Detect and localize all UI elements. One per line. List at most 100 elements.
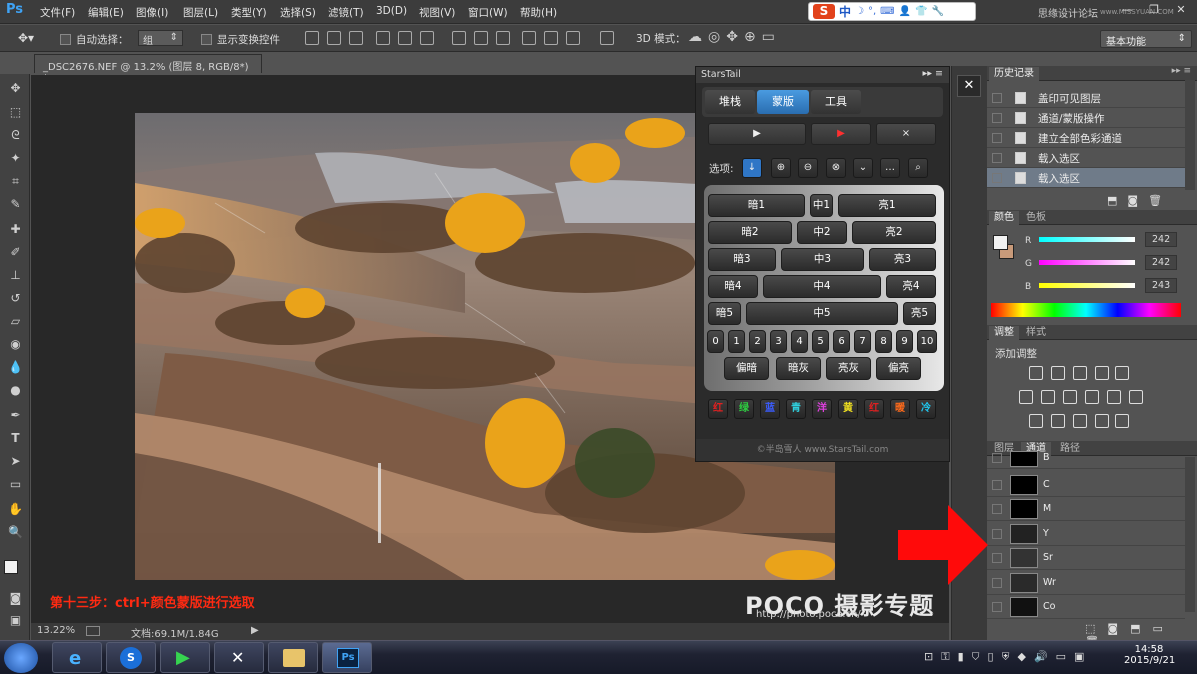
search-icon[interactable]: ⌕ bbox=[908, 158, 928, 178]
threshold-icon[interactable] bbox=[1073, 414, 1087, 428]
dark-2-button[interactable]: 暗2 bbox=[708, 221, 792, 244]
status-export-icon[interactable] bbox=[86, 626, 100, 636]
new-selection-icon[interactable]: ↓ bbox=[742, 158, 762, 178]
g-slider[interactable] bbox=[1039, 260, 1135, 265]
number-10-button[interactable]: 10 bbox=[917, 330, 937, 353]
ime-mode[interactable]: 中 bbox=[839, 3, 851, 20]
curves-icon[interactable] bbox=[1073, 366, 1087, 380]
paint-bucket-icon[interactable]: ◉ bbox=[7, 336, 24, 353]
color-yellow-button[interactable]: 黄 bbox=[838, 399, 858, 419]
color-red2-button[interactable]: 红 bbox=[864, 399, 884, 419]
mid-3-button[interactable]: 中3 bbox=[781, 248, 864, 271]
channel-row[interactable]: C bbox=[987, 473, 1185, 497]
starstail-dock-icon[interactable]: ✕ bbox=[957, 75, 981, 97]
show-transform-checkbox[interactable] bbox=[201, 34, 212, 45]
g-value[interactable]: 242 bbox=[1145, 255, 1177, 270]
play-red-button[interactable]: ▶ bbox=[811, 123, 871, 145]
light-5-button[interactable]: 亮5 bbox=[903, 302, 936, 325]
b-value[interactable]: 243 bbox=[1145, 278, 1177, 293]
color-cool-button[interactable]: 冷 bbox=[916, 399, 936, 419]
rectangle-icon[interactable]: ▭ bbox=[7, 476, 24, 493]
distribute-right-icon[interactable] bbox=[566, 31, 580, 45]
tab-styles[interactable]: 样式 bbox=[1021, 326, 1051, 340]
light-3-button[interactable]: 亮3 bbox=[869, 248, 936, 271]
menu-edit[interactable]: 编辑(E) bbox=[88, 5, 124, 20]
align-bottom-icon[interactable] bbox=[349, 31, 363, 45]
channel-row[interactable]: Co bbox=[987, 595, 1185, 619]
tray-icons[interactable]: ⊡⚿▮⛉▯⛨◆🔊▭▣ bbox=[924, 650, 1092, 664]
add-selection-icon[interactable]: ⊕ bbox=[771, 158, 791, 178]
b-slider[interactable] bbox=[1039, 283, 1135, 288]
dark-5-button[interactable]: 暗5 bbox=[708, 302, 741, 325]
maximize-icon[interactable]: ❐ bbox=[1145, 3, 1163, 19]
punct-icon[interactable]: °, bbox=[868, 6, 876, 17]
move-icon[interactable]: ✥ bbox=[7, 80, 24, 97]
gradient-map-icon[interactable] bbox=[1095, 414, 1109, 428]
menu-select[interactable]: 选择(S) bbox=[280, 5, 316, 20]
distribute-hcenter-icon[interactable] bbox=[544, 31, 558, 45]
color-spectrum[interactable] bbox=[991, 303, 1181, 317]
tab-stack[interactable]: 堆栈 bbox=[705, 90, 755, 114]
number-6-button[interactable]: 6 bbox=[833, 330, 850, 353]
light-2-button[interactable]: 亮2 bbox=[852, 221, 936, 244]
moon-icon[interactable]: ☽ bbox=[855, 6, 864, 17]
channels-scrollbar[interactable] bbox=[1185, 457, 1195, 612]
menu-3d[interactable]: 3D(D) bbox=[376, 5, 407, 17]
lasso-icon[interactable]: ᘓ bbox=[7, 127, 24, 144]
mid-1-button[interactable]: 中1 bbox=[810, 194, 833, 217]
close-icon[interactable]: ✕ bbox=[1172, 3, 1190, 19]
channel-row[interactable]: Wr bbox=[987, 571, 1185, 595]
auto-select-checkbox[interactable] bbox=[60, 34, 71, 45]
light-1-button[interactable]: 亮1 bbox=[838, 194, 936, 217]
starstail-taskbar-icon[interactable]: ✕ bbox=[214, 642, 264, 673]
photoshop-taskbar-icon[interactable]: Ps bbox=[322, 642, 372, 673]
history-menu-icon[interactable]: ▸▸ ≡ bbox=[1172, 66, 1191, 76]
history-item-selected[interactable]: 载入选区 bbox=[987, 168, 1185, 188]
tone-light-gray-button[interactable]: 亮灰 bbox=[826, 357, 871, 380]
r-slider[interactable] bbox=[1039, 237, 1135, 242]
history-action-icons[interactable]: ⬒◙🗑 bbox=[1107, 194, 1172, 207]
subtract-selection-icon[interactable]: ⊖ bbox=[798, 158, 818, 178]
zoom-level[interactable]: 13.22% bbox=[37, 625, 75, 636]
number-1-button[interactable]: 1 bbox=[728, 330, 745, 353]
shirt-icon[interactable]: 👕 bbox=[915, 6, 927, 17]
invert-icon[interactable] bbox=[1029, 414, 1043, 428]
document-tab[interactable]: _DSC2676.NEF @ 13.2% (图层 8, RGB/8*) * × bbox=[34, 54, 262, 84]
menu-type[interactable]: 类型(Y) bbox=[231, 5, 267, 20]
hue-sat-icon[interactable] bbox=[1019, 390, 1033, 404]
ie-taskbar-icon[interactable]: e bbox=[52, 642, 102, 673]
move-tool-icon[interactable]: ✥▾ bbox=[18, 31, 34, 45]
keyboard-icon[interactable]: ⌨ bbox=[880, 6, 894, 17]
photo-filter-icon[interactable] bbox=[1085, 390, 1099, 404]
distribute-bottom-icon[interactable] bbox=[496, 31, 510, 45]
tone-dark-button[interactable]: 偏暗 bbox=[724, 357, 769, 380]
align-hcenter-icon[interactable] bbox=[398, 31, 412, 45]
tab-mask[interactable]: 蒙版 bbox=[757, 90, 809, 114]
pen-icon[interactable]: ✒ bbox=[7, 407, 24, 424]
menu-file[interactable]: 文件(F) bbox=[40, 5, 75, 20]
levels-icon[interactable] bbox=[1051, 366, 1065, 380]
dropdown-option-icon[interactable]: ⌄ bbox=[853, 158, 873, 178]
intersect-selection-icon[interactable]: ⊗ bbox=[826, 158, 846, 178]
more-options-icon[interactable]: … bbox=[880, 158, 900, 178]
mid-2-button[interactable]: 中2 bbox=[797, 221, 847, 244]
brush-icon[interactable]: ✐ bbox=[7, 244, 24, 261]
channel-row[interactable]: Y bbox=[987, 522, 1185, 546]
dark-4-button[interactable]: 暗4 bbox=[708, 275, 758, 298]
clock[interactable]: 14:58 2015/9/21 bbox=[1124, 644, 1175, 666]
dark-3-button[interactable]: 暗3 bbox=[708, 248, 776, 271]
number-4-button[interactable]: 4 bbox=[791, 330, 808, 353]
history-item[interactable]: 盖印可见图层 bbox=[987, 88, 1185, 108]
align-right-icon[interactable] bbox=[420, 31, 434, 45]
light-4-button[interactable]: 亮4 bbox=[886, 275, 936, 298]
distribute-top-icon[interactable] bbox=[452, 31, 466, 45]
mid-4-button[interactable]: 中4 bbox=[763, 275, 881, 298]
color-balance-icon[interactable] bbox=[1041, 390, 1055, 404]
color-red-button[interactable]: 红 bbox=[708, 399, 728, 419]
number-5-button[interactable]: 5 bbox=[812, 330, 829, 353]
crop-icon[interactable]: ⌗ bbox=[7, 173, 24, 190]
align-top-icon[interactable] bbox=[305, 31, 319, 45]
eyedropper-icon[interactable]: ✎ bbox=[7, 196, 24, 213]
history-item[interactable]: 通道/蒙版操作 bbox=[987, 108, 1185, 128]
wrench-icon[interactable]: 🔧 bbox=[932, 6, 944, 17]
